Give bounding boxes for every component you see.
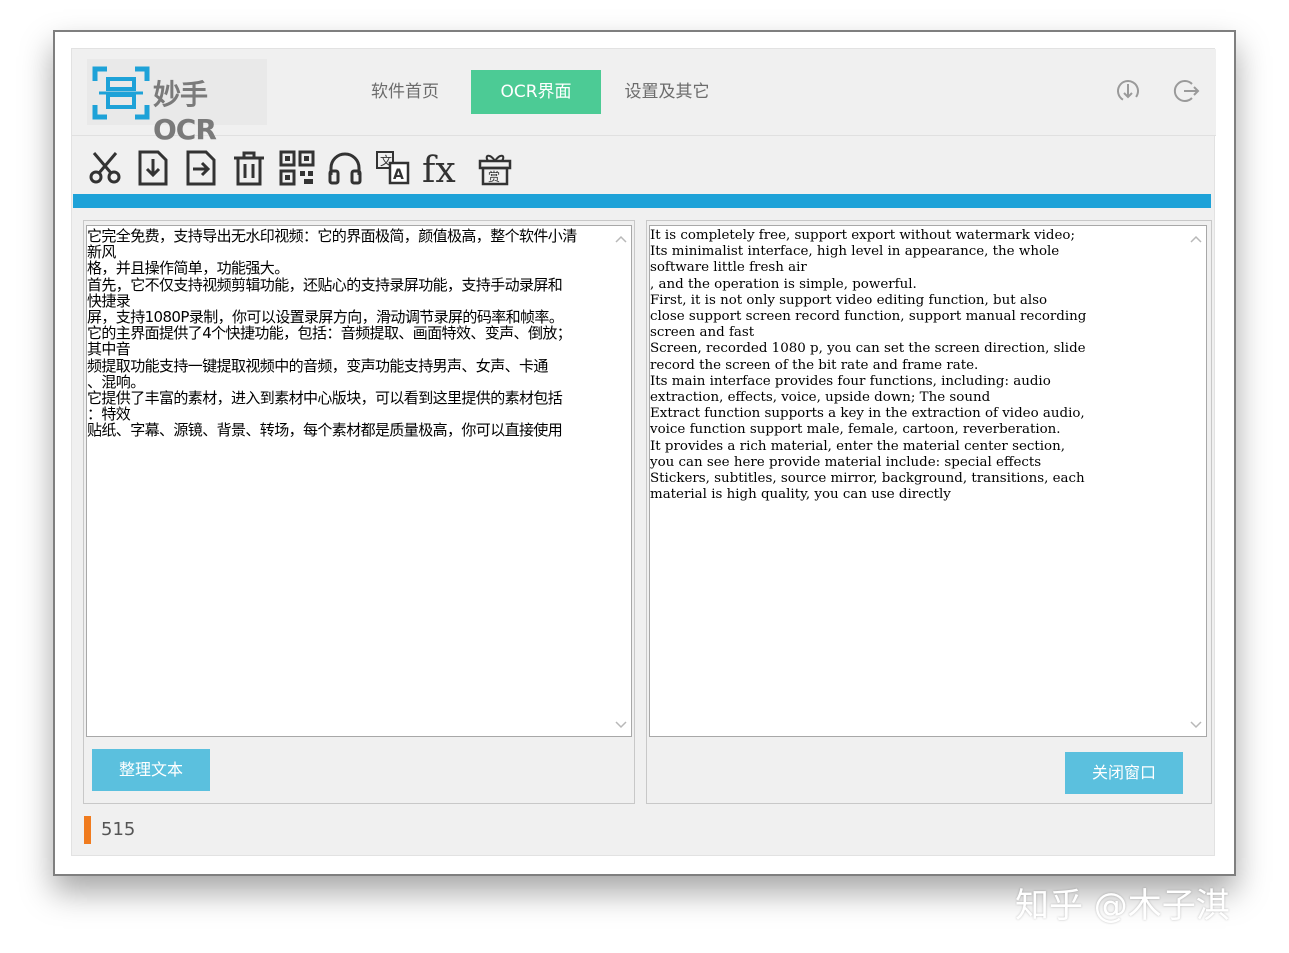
text-line: It provides a rich material, enter the m… [650, 438, 1065, 454]
formula-icon[interactable]: fx [422, 149, 466, 187]
text-line: software little fresh air [650, 260, 807, 276]
logo-scan-icon [92, 66, 150, 120]
toolbar-divider [73, 194, 1211, 208]
qr-code-icon[interactable] [278, 149, 316, 187]
source-text-pane: 它完全免费，支持导出无水印视频：它的界面极简，颜值极高，整个软件小清 新风 格，并且… [83, 220, 635, 804]
svg-text:fx: fx [422, 150, 456, 187]
text-line: First, it is not only support video edit… [650, 292, 1048, 308]
text-line: close support screen record function, su… [650, 309, 1087, 325]
text-line: It is completely free, support export wi… [650, 228, 1075, 243]
logo: 妙手OCR [87, 59, 267, 146]
translated-text-pane: It is completely free, support export wi… [646, 220, 1212, 804]
text-line: 频提取功能支持一键提取视频中的音频，变声功能支持男声、女声、卡通 [87, 356, 548, 375]
status-marker [84, 816, 91, 844]
toolbar: 文 A fx 赏 [72, 137, 1216, 195]
close-window-button[interactable]: 关闭窗口 [1065, 752, 1183, 794]
header: 妙手OCR 软件首页 OCR界面 设置及其它 [72, 49, 1216, 146]
scroll-down-icon[interactable] [615, 718, 627, 730]
watermark: 知乎 @木子淇 [1015, 886, 1230, 926]
text-line: , and the operation is simple, powerful. [650, 276, 917, 292]
text-line: 它的主界面提供了4个快捷功能，包括：音频提取、画面特效、变声、倒放； [87, 324, 572, 343]
text-line: 、混响。 [87, 372, 145, 391]
text-line: 它提供了丰富的素材，进入到素材中心版块，可以看到这里提供的素材包括 [87, 389, 563, 408]
logout-icon[interactable] [1173, 77, 1201, 105]
text-line: voice function support male, female, car… [650, 422, 1061, 438]
gift-icon[interactable]: 赏 [476, 149, 514, 187]
app-window: 妙手OCR 软件首页 OCR界面 设置及其它 文 A fx 赏 它完全免费，支持… [53, 30, 1236, 876]
text-line: screen and fast [650, 325, 755, 341]
source-text: 它完全免费，支持导出无水印视频：它的界面极简，颜值极高，整个软件小清 新风 格，并且… [87, 228, 577, 439]
scissors-icon[interactable] [86, 149, 124, 187]
text-line: Screen, recorded 1080 p, you can set the… [650, 341, 1086, 357]
headphones-icon[interactable] [326, 149, 364, 187]
text-line: 它完全免费，支持导出无水印视频：它的界面极简，颜值极高，整个软件小清 [87, 227, 577, 245]
scroll-down-icon[interactable] [1190, 718, 1202, 730]
svg-text:赏: 赏 [488, 170, 500, 184]
translated-text: It is completely free, support export wi… [650, 228, 1086, 503]
text-line: 新风 [87, 243, 116, 262]
text-line: Extract function supports a key in the e… [650, 406, 1085, 422]
arrange-text-button[interactable]: 整理文本 [92, 749, 210, 791]
text-line: Its minimalist interface, high level in … [650, 244, 1060, 260]
text-line: 贴纸、字幕、源镜、背景、转场，每个素材都是质量极高，你可以直接使用 [87, 421, 563, 440]
tab-ocr[interactable]: OCR界面 [471, 70, 601, 114]
text-line: 屏，支持1080P录制，你可以设置录屏方向，滑动调节录屏的码率和帧率。 [87, 308, 564, 327]
text-line: Stickers, subtitles, source mirror, back… [650, 471, 1085, 487]
app-content: 妙手OCR 软件首页 OCR界面 设置及其它 文 A fx 赏 它完全免费，支持… [71, 48, 1216, 856]
text-line: Its main interface provides four functio… [650, 373, 1051, 389]
text-line: you can see here provide material includ… [650, 454, 1042, 470]
source-scrollbar[interactable] [611, 226, 631, 736]
character-count: 515 [101, 819, 136, 840]
text-line: ：特效 [87, 405, 131, 424]
scroll-up-icon[interactable] [615, 234, 627, 246]
text-line: extraction, effects, voice, upside down;… [650, 390, 991, 406]
translated-textarea[interactable]: It is completely free, support export wi… [649, 225, 1207, 737]
import-icon[interactable] [134, 149, 172, 187]
logo-text: 妙手OCR [153, 78, 217, 146]
text-line: 快捷录 [87, 291, 131, 310]
translated-scrollbar[interactable] [1186, 226, 1206, 736]
text-line: 首先，它不仅支持视频剪辑功能，还贴心的支持录屏功能，支持手动录屏和 [87, 275, 563, 294]
tab-settings[interactable]: 设置及其它 [602, 70, 732, 114]
scroll-up-icon[interactable] [1190, 234, 1202, 246]
text-line: record the screen of the bit rate and fr… [650, 357, 979, 373]
download-icon[interactable] [1114, 77, 1142, 105]
svg-text:A: A [393, 167, 404, 183]
text-line: 格，并且操作简单，功能强大。 [87, 259, 289, 278]
text-line: 其中音 [87, 340, 131, 359]
translate-icon[interactable]: 文 A [374, 149, 412, 187]
trash-icon[interactable] [230, 149, 268, 187]
tab-home[interactable]: 软件首页 [340, 70, 470, 114]
source-textarea[interactable]: 它完全免费，支持导出无水印视频：它的界面极简，颜值极高，整个软件小清 新风 格，并且… [86, 225, 632, 737]
export-icon[interactable] [182, 149, 220, 187]
text-line: material is high quality, you can use di… [650, 487, 951, 503]
